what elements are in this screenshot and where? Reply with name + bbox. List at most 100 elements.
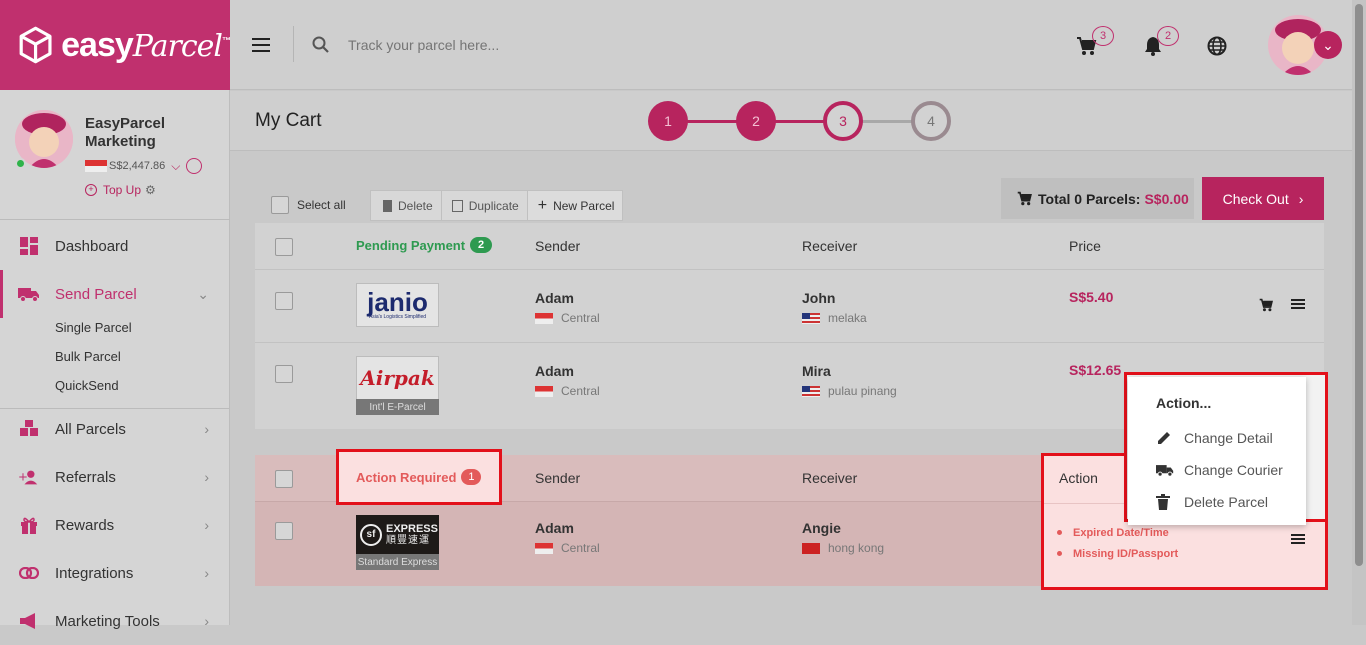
- hk-flag-icon: [802, 543, 820, 555]
- sidebar-item-referrals[interactable]: + Referrals ›: [0, 453, 229, 501]
- sidebar-item-label: All Parcels: [55, 420, 126, 438]
- sidebar-item-dashboard[interactable]: Dashboard: [0, 222, 229, 270]
- search-icon[interactable]: [312, 36, 330, 59]
- notification-count-badge: 2: [1157, 26, 1179, 46]
- delete-label: Delete: [398, 198, 433, 213]
- megaphone-icon: [18, 610, 40, 632]
- chevron-right-icon[interactable]: ›: [204, 469, 209, 485]
- sidebar-item-rewards[interactable]: Rewards ›: [0, 501, 229, 549]
- bullet-icon: [1057, 530, 1062, 535]
- step-2: 2: [736, 101, 776, 141]
- sidebar-item-send-parcel[interactable]: Send Parcel ⌄: [0, 270, 229, 318]
- pending-count-badge: 2: [470, 237, 493, 253]
- pending-payment-label: Pending Payment 2: [356, 237, 493, 253]
- receiver-cell: John melaka: [802, 290, 867, 325]
- issue-item: Missing ID/Passport: [1057, 543, 1178, 564]
- brand-logo[interactable]: easyParcel™: [0, 0, 231, 90]
- online-status-dot: [15, 158, 26, 169]
- notifications-button[interactable]: 2: [1144, 26, 1179, 61]
- action-select-checkbox[interactable]: [275, 470, 293, 488]
- globe-icon[interactable]: [1207, 36, 1227, 61]
- col-sender-header: Sender: [535, 470, 581, 486]
- profile-name: EasyParcel Marketing: [85, 115, 166, 150]
- sidebar-subitem-single-parcel[interactable]: Single Parcel: [55, 320, 132, 335]
- sidebar-item-label: Integrations: [55, 564, 134, 582]
- topup-link[interactable]: + Top Up ⚙: [85, 183, 156, 197]
- track-parcel-search-input[interactable]: [348, 32, 748, 58]
- menu-item-change-detail[interactable]: Change Detail: [1156, 427, 1273, 449]
- profile-panel: EasyParcel Marketing S$2,447.86 ⌵ + Top …: [0, 90, 230, 220]
- sidebar-subitem-quicksend[interactable]: QuickSend: [55, 378, 119, 393]
- chevron-right-icon[interactable]: ›: [204, 517, 209, 533]
- cart-icon: [1017, 191, 1032, 206]
- sender-region: Central: [561, 541, 600, 555]
- account-dropdown-button[interactable]: ⌄: [1314, 31, 1342, 59]
- add-users-icon: +: [18, 466, 40, 488]
- price-value: S$12.65: [1069, 362, 1122, 378]
- my-flag-icon: [802, 313, 820, 325]
- issue-item: Expired Date/Time: [1057, 522, 1178, 543]
- sender-name: Adam: [535, 363, 574, 379]
- duplicate-button[interactable]: Duplicate: [442, 191, 528, 220]
- sidebar-item-marketing-tools[interactable]: Marketing Tools ›: [0, 597, 229, 645]
- row-menu-icon[interactable]: [1291, 297, 1305, 311]
- select-all-checkbox[interactable]: [271, 196, 289, 214]
- pending-header-row: Pending Payment 2 Sender Receiver Price: [255, 223, 1324, 270]
- checkout-button[interactable]: Check Out ›: [1202, 177, 1324, 220]
- trash-icon: [1156, 494, 1170, 510]
- scrollbar-track[interactable]: [1352, 0, 1366, 625]
- dashboard-icon: [18, 235, 40, 257]
- sidebar-subitem-bulk-parcel[interactable]: Bulk Parcel: [55, 349, 121, 364]
- service-tag: Standard Express: [356, 554, 439, 570]
- chevron-down-icon[interactable]: ⌵: [171, 159, 180, 174]
- page-title: My Cart: [255, 110, 322, 131]
- sender-name: Adam: [535, 290, 574, 306]
- chevron-right-icon[interactable]: ›: [204, 613, 209, 629]
- new-parcel-label: New Parcel: [553, 198, 615, 213]
- balance-row[interactable]: S$2,447.86 ⌵: [85, 158, 203, 174]
- sidebar-item-integrations[interactable]: Integrations ›: [0, 549, 229, 597]
- checkout-label: Check Out: [1222, 190, 1289, 207]
- courier-logo-janio: janio Asia's Logistics Simplified: [356, 283, 439, 327]
- action-required-count-badge: 1: [461, 469, 482, 485]
- issue-text: Expired Date/Time: [1073, 526, 1169, 539]
- main-content: My Cart 1 2 3 4 Select all Delete Duplic…: [230, 91, 1352, 625]
- col-receiver-header: Receiver: [802, 238, 858, 254]
- step-3: 3: [823, 101, 863, 141]
- brand-name: easy: [61, 25, 134, 64]
- row-checkbox[interactable]: [275, 292, 293, 310]
- col-receiver-header: Receiver: [802, 470, 858, 486]
- menu-item-change-courier[interactable]: Change Courier: [1156, 459, 1283, 481]
- chevron-right-icon[interactable]: ›: [204, 421, 209, 437]
- sg-flag-icon: [535, 313, 553, 325]
- delete-button[interactable]: Delete: [371, 191, 442, 220]
- gear-icon[interactable]: ⚙: [145, 183, 156, 197]
- issue-text: Missing ID/Passport: [1073, 547, 1179, 560]
- row-menu-icon[interactable]: [1291, 532, 1305, 546]
- chevron-right-icon[interactable]: ›: [204, 565, 209, 581]
- cart-button[interactable]: 3: [1076, 26, 1114, 61]
- menu-item-delete-parcel[interactable]: Delete Parcel: [1156, 491, 1268, 513]
- row-checkbox[interactable]: [275, 522, 293, 540]
- new-parcel-button[interactable]: + New Parcel: [527, 191, 623, 220]
- sidebar-item-all-parcels[interactable]: All Parcels ›: [0, 405, 229, 453]
- sidebar-item-label: Send Parcel: [55, 285, 137, 303]
- sender-cell: Adam Central: [535, 290, 600, 325]
- chevron-down-icon[interactable]: ⌄: [197, 286, 209, 303]
- trash-icon: [383, 199, 392, 212]
- hamburger-menu-icon[interactable]: [252, 38, 270, 52]
- receiver-region: melaka: [828, 311, 867, 325]
- table-row[interactable]: janio Asia's Logistics Simplified Adam C…: [255, 270, 1324, 343]
- select-all[interactable]: Select all: [271, 196, 346, 214]
- pending-select-checkbox[interactable]: [275, 238, 293, 256]
- alarm-icon[interactable]: [186, 158, 203, 174]
- step-1: 1: [648, 101, 688, 141]
- parcels-icon: [18, 418, 40, 440]
- receiver-name: John: [802, 290, 836, 306]
- box-logo-icon: [19, 26, 52, 64]
- add-to-cart-icon[interactable]: [1259, 298, 1274, 317]
- receiver-region: hong kong: [828, 541, 885, 555]
- row-checkbox[interactable]: [275, 365, 293, 383]
- divider: [293, 26, 294, 62]
- scrollbar-thumb[interactable]: [1355, 4, 1363, 566]
